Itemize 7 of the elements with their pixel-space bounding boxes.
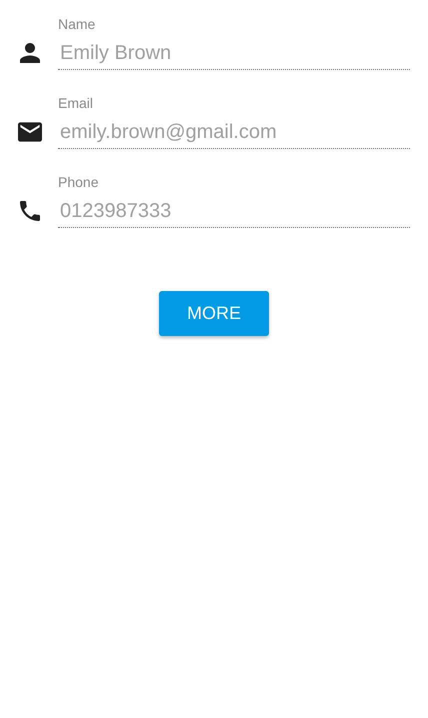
person-icon (18, 43, 42, 63)
more-button[interactable]: MORE (159, 291, 269, 336)
field-label: Name (58, 15, 96, 34)
mail-icon (18, 122, 42, 142)
phone-icon (18, 201, 42, 221)
field-label: Phone (58, 173, 100, 192)
field-label: Email (58, 94, 94, 113)
